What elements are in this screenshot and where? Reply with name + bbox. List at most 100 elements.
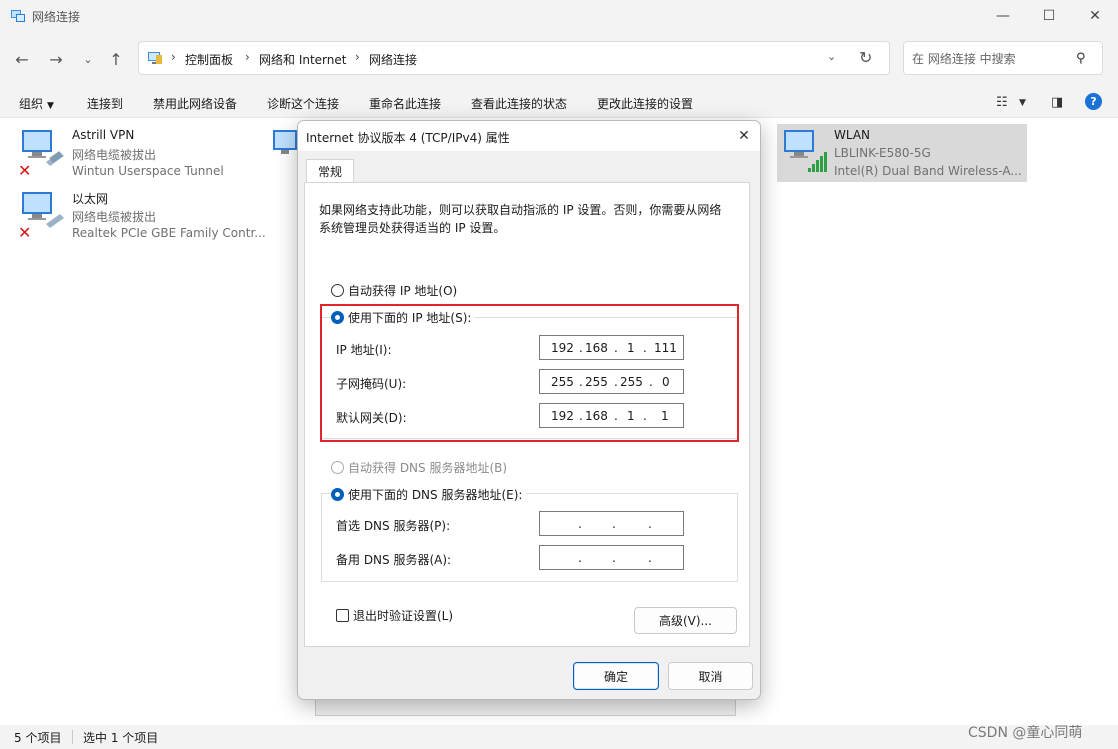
connection-name: 以太网 (72, 192, 109, 206)
status-bar: 5 个项目 选中 1 个项目 (0, 725, 1118, 749)
address-bar[interactable]: › 控制面板 › 网络和 Internet › 网络连接 ⌄ ↻ (138, 41, 890, 75)
diagnose-button[interactable]: 诊断这个连接 (267, 95, 339, 112)
breadcrumb-control-panel[interactable]: 控制面板 (185, 51, 233, 68)
connection-status: 网络电缆被拔出 (72, 148, 157, 162)
cancel-button[interactable]: 取消 (668, 662, 753, 690)
view-options-caret-icon[interactable]: ▼ (1019, 98, 1026, 108)
close-window-button[interactable]: ✕ (1072, 0, 1118, 32)
dialog-description: 如果网络支持此功能，则可以获取自动指派的 IP 设置。否则，你需要从网络系统管理… (319, 203, 722, 235)
breadcrumb-network-connections[interactable]: 网络连接 (369, 51, 417, 68)
tab-general[interactable]: 常规 (306, 159, 354, 183)
window-title: 网络连接 (32, 10, 81, 24)
search-box[interactable]: ⚲ (903, 41, 1103, 75)
validate-checkbox[interactable] (336, 609, 349, 622)
breadcrumb-separator[interactable]: › (355, 50, 360, 64)
maximize-button[interactable]: ☐ (1026, 0, 1072, 32)
breadcrumb-separator: › (171, 50, 176, 64)
mask-octet: 0 (662, 375, 670, 389)
ip-dot: . (579, 409, 583, 423)
up-arrow-icon[interactable]: ↑ (104, 48, 128, 70)
subnet-mask-field[interactable]: 255 . 255 . 255 . 0 (539, 369, 684, 394)
minimize-button[interactable]: — (980, 0, 1026, 32)
connection-device: Realtek PCIe GBE Family Contr... (72, 226, 266, 240)
forward-arrow-icon[interactable]: → (44, 48, 68, 70)
organize-label: 组织 (19, 97, 44, 111)
ok-button[interactable]: 确定 (573, 662, 659, 690)
connect-to-button[interactable]: 连接到 (87, 95, 123, 112)
connection-name: WLAN (834, 128, 871, 142)
ip-dot: . (612, 551, 616, 565)
manual-dns-option[interactable]: 使用下面的 DNS 服务器地址(E): (331, 486, 527, 503)
back-arrow-icon[interactable]: ← (10, 48, 34, 70)
selected-count: 选中 1 个项目 (83, 731, 159, 745)
ip-dot: . (578, 517, 582, 531)
ip-address-field[interactable]: 192 . 168 . 1 . 111 (539, 335, 684, 360)
dialog-title-bar: Internet 协议版本 4 (TCP/IPv4) 属性 ✕ (298, 121, 760, 151)
dialog-title: Internet 协议版本 4 (TCP/IPv4) 属性 (306, 131, 510, 145)
ip-octet: 1 (627, 341, 635, 355)
caret-down-icon: ▼ (47, 101, 54, 111)
disable-device-button[interactable]: 禁用此网络设备 (153, 95, 237, 112)
network-connections-icon (11, 10, 25, 22)
ip-dot: . (612, 517, 616, 531)
ip-octet: 192 (551, 341, 574, 355)
network-adapter-icon[interactable] (273, 128, 297, 158)
manual-dns-label: 使用下面的 DNS 服务器地址(E): (348, 488, 523, 502)
gateway-octet: 168 (585, 409, 608, 423)
view-options-icon[interactable]: ☷ (996, 95, 1008, 110)
ip-dot: . (614, 409, 618, 423)
help-icon[interactable]: ? (1085, 93, 1102, 110)
auto-ip-option[interactable]: 自动获得 IP 地址(O) (331, 282, 457, 299)
preferred-dns-label: 首选 DNS 服务器(P): (336, 519, 451, 533)
mask-octet: 255 (551, 375, 574, 389)
mask-octet: 255 (585, 375, 608, 389)
view-status-button[interactable]: 查看此连接的状态 (471, 95, 567, 112)
refresh-icon[interactable]: ↻ (859, 48, 872, 67)
ip-dot: . (648, 551, 652, 565)
manual-ip-radio[interactable] (331, 311, 344, 324)
rename-button[interactable]: 重命名此连接 (369, 95, 441, 112)
ip-address-label: IP 地址(I): (336, 343, 392, 357)
search-input[interactable] (912, 50, 1072, 68)
auto-ip-label: 自动获得 IP 地址(O) (348, 284, 458, 298)
change-settings-button[interactable]: 更改此连接的设置 (597, 95, 693, 112)
auto-ip-radio[interactable] (331, 284, 344, 297)
ipv4-properties-dialog: Internet 协议版本 4 (TCP/IPv4) 属性 ✕ 常规 如果网络支… (297, 120, 761, 700)
auto-dns-radio (331, 461, 344, 474)
ip-dot: . (614, 375, 618, 389)
connection-status: LBLINK-E580-5G (834, 146, 931, 160)
ip-dot: . (578, 551, 582, 565)
advanced-button[interactable]: 高级(V)... (634, 607, 737, 634)
manual-ip-option[interactable]: 使用下面的 IP 地址(S): (331, 309, 476, 326)
status-divider (72, 730, 73, 744)
address-row: ← → ⌄ ↑ › 控制面板 › 网络和 Internet › 网络连接 ⌄ ↻… (0, 32, 1118, 86)
ip-dot: . (614, 341, 618, 355)
address-dropdown-chevron-icon[interactable]: ⌄ (827, 50, 836, 63)
alternate-dns-field[interactable]: . . . (539, 545, 684, 570)
search-icon[interactable]: ⚲ (1076, 51, 1086, 66)
recent-locations-chevron-icon[interactable]: ⌄ (76, 48, 100, 70)
ip-dot: . (643, 341, 647, 355)
ip-dot: . (579, 341, 583, 355)
breadcrumb-network-internet[interactable]: 网络和 Internet (259, 51, 346, 68)
organize-menu[interactable]: 组织 ▼ (19, 95, 54, 112)
title-bar: 网络连接 — ☐ ✕ (0, 0, 1118, 32)
close-icon[interactable]: ✕ (734, 126, 754, 146)
disconnected-x-icon: ✕ (18, 161, 32, 180)
manual-ip-label: 使用下面的 IP 地址(S): (348, 311, 472, 325)
manual-dns-radio[interactable] (331, 488, 344, 501)
ip-dot: . (649, 375, 653, 389)
preview-pane-icon[interactable]: ◨ (1051, 95, 1063, 110)
preferred-dns-field[interactable]: . . . (539, 511, 684, 536)
gateway-octet: 1 (661, 409, 669, 423)
validate-label: 退出时验证设置(L) (353, 609, 454, 623)
connection-device: Wintun Userspace Tunnel (72, 164, 224, 178)
gateway-field[interactable]: 192 . 168 . 1 . 1 (539, 403, 684, 428)
breadcrumb-separator[interactable]: › (245, 50, 250, 64)
control-panel-icon (148, 52, 162, 64)
watermark: CSDN @童心同萌 (968, 725, 1083, 741)
disconnected-x-icon: ✕ (18, 223, 32, 242)
mask-octet: 255 (620, 375, 643, 389)
validate-on-exit-option[interactable]: 退出时验证设置(L) (336, 607, 453, 624)
ip-octet: 111 (654, 341, 677, 355)
